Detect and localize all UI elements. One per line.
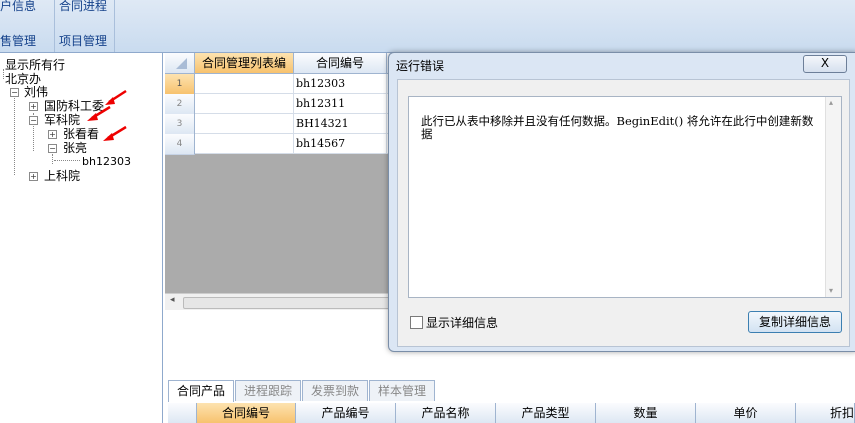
- tab-sample-management[interactable]: 样本管理: [369, 380, 435, 401]
- vertical-scrollbar[interactable]: ▴ ▾: [825, 97, 841, 297]
- tree-item-zhangliang[interactable]: 张亮: [63, 141, 87, 155]
- show-details-checkbox[interactable]: [410, 316, 423, 329]
- red-arrow-icon: [87, 105, 111, 121]
- table-cell[interactable]: [195, 94, 294, 114]
- scroll-down-icon[interactable]: ▾: [829, 286, 833, 295]
- grid-header-product-no[interactable]: 产品编号: [296, 403, 396, 423]
- grid-corner[interactable]: [165, 53, 195, 74]
- expand-icon[interactable]: +: [29, 102, 38, 111]
- error-message-box[interactable]: 此行已从表中移除并且没有任何数据。BeginEdit() 将允许在此行中创建新数…: [408, 96, 842, 298]
- ribbon-group-sales-label: 销售管理: [0, 34, 37, 48]
- copy-details-button[interactable]: 复制详细信息: [748, 311, 842, 333]
- grid-header-list-no[interactable]: 合同管理列表编: [195, 53, 294, 74]
- show-details-label[interactable]: 显示详细信息: [426, 314, 498, 331]
- grid-header-product-name[interactable]: 产品名称: [396, 403, 496, 423]
- select-all-icon: [176, 58, 187, 69]
- collapse-icon[interactable]: −: [48, 144, 57, 153]
- scroll-up-icon[interactable]: ▴: [829, 98, 833, 107]
- close-button[interactable]: X: [803, 55, 847, 73]
- grid-corner[interactable]: [168, 403, 197, 423]
- tab-contract-products[interactable]: 合同产品: [168, 380, 234, 402]
- table-cell[interactable]: [195, 114, 294, 134]
- row-number: 3: [165, 114, 195, 135]
- collapse-icon[interactable]: −: [10, 88, 19, 97]
- tree-item-bh12303[interactable]: bh12303: [82, 155, 131, 169]
- product-grid: 合同编号 产品编号 产品名称 产品类型 数量 单价 折扣: [168, 403, 855, 423]
- tree-item-junke[interactable]: 军科院: [44, 113, 80, 127]
- table-cell[interactable]: [195, 74, 294, 94]
- tree-item-zhangkankan[interactable]: 张看看: [63, 127, 99, 141]
- ribbon-group-project-label: 项目管理: [59, 34, 108, 48]
- tree-item-liuwei[interactable]: 刘伟: [24, 85, 48, 99]
- grid-header-quantity[interactable]: 数量: [596, 403, 696, 423]
- customer-info-button[interactable]: 客户信息: [0, 0, 36, 14]
- table-cell[interactable]: bh12303: [294, 74, 387, 94]
- ribbon: 客户信息 销售管理 合同进程 项目管理: [0, 0, 855, 53]
- horizontal-scrollbar[interactable]: ◂: [165, 293, 395, 310]
- grid-header-unit-price[interactable]: 单价: [696, 403, 796, 423]
- table-cell[interactable]: bh12311: [294, 94, 387, 114]
- table-cell[interactable]: BH14321: [294, 114, 387, 134]
- tab-invoice-payment[interactable]: 发票到款: [302, 380, 368, 401]
- grid-header-contract-no[interactable]: 合同编号: [294, 53, 387, 74]
- org-tree: 显示所有行 北京办 − 刘伟 + 国防科工委 − 军科院 + 张看看 − 张亮 …: [0, 53, 163, 423]
- tree-item-beijing[interactable]: 北京办: [5, 72, 41, 86]
- grid-header-discount[interactable]: 折扣: [796, 403, 855, 423]
- ribbon-group-project: 合同进程 项目管理: [54, 0, 115, 52]
- tree-item-show-all[interactable]: 显示所有行: [5, 58, 65, 72]
- row-number: 2: [165, 94, 195, 115]
- expand-icon[interactable]: +: [48, 130, 57, 139]
- grid-header-contract-no[interactable]: 合同编号: [197, 403, 296, 423]
- dialog-body: 此行已从表中移除并且没有任何数据。BeginEdit() 将允许在此行中创建新数…: [397, 79, 850, 347]
- red-arrow-icon: [103, 125, 127, 141]
- tree-item-shangke[interactable]: 上科院: [44, 169, 80, 183]
- tab-progress-tracking[interactable]: 进程跟踪: [235, 380, 301, 401]
- contract-progress-button[interactable]: 合同进程: [59, 0, 107, 14]
- grid-header-product-type[interactable]: 产品类型: [496, 403, 596, 423]
- row-number: 1: [165, 74, 195, 95]
- scroll-left-icon[interactable]: ◂: [170, 295, 175, 305]
- collapse-icon[interactable]: −: [29, 116, 38, 125]
- error-dialog: 运行错误 X 此行已从表中移除并且没有任何数据。BeginEdit() 将允许在…: [388, 52, 855, 352]
- table-cell[interactable]: [195, 134, 294, 154]
- expand-icon[interactable]: +: [29, 172, 38, 181]
- dialog-title: 运行错误: [396, 59, 445, 73]
- row-number: 4: [165, 134, 195, 155]
- table-cell[interactable]: bh14567: [294, 134, 387, 154]
- ribbon-group-sales: 客户信息 销售管理: [0, 0, 55, 52]
- scrollbar-thumb[interactable]: [183, 297, 390, 309]
- close-icon: X: [820, 56, 830, 70]
- error-message: 此行已从表中移除并且没有任何数据。BeginEdit() 将允许在此行中创建新数…: [421, 114, 814, 141]
